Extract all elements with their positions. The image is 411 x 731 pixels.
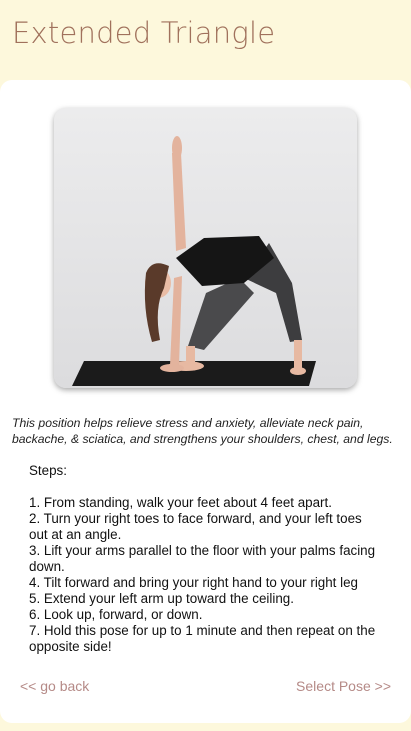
step-item: 4. Tilt forward and bring your right han…: [29, 575, 358, 590]
select-pose-link[interactable]: Select Pose >>: [296, 678, 391, 694]
step-item: 3. Lift your arms parallel to the floor …: [29, 543, 376, 574]
go-back-link[interactable]: << go back: [20, 678, 89, 694]
pose-photo: [54, 108, 357, 388]
step-item: 5. Extend your left arm up toward the ce…: [29, 591, 294, 606]
step-item: 2. Turn your right toes to face forward,…: [29, 511, 362, 542]
step-item: 6. Look up, forward, or down.: [29, 607, 203, 622]
pose-description: This position helps relieve stress and a…: [12, 416, 393, 446]
steps-section: Steps: 1. From standing, walk your feet …: [29, 463, 384, 655]
step-item: 7. Hold this pose for up to 1 minute and…: [29, 623, 376, 654]
header: Extended Triangle: [0, 0, 411, 80]
steps-heading: Steps:: [29, 463, 67, 478]
page-title: Extended Triangle: [12, 16, 276, 50]
yoga-pose-illustration: [54, 108, 357, 388]
step-item: 1. From standing, walk your feet about 4…: [29, 495, 332, 510]
